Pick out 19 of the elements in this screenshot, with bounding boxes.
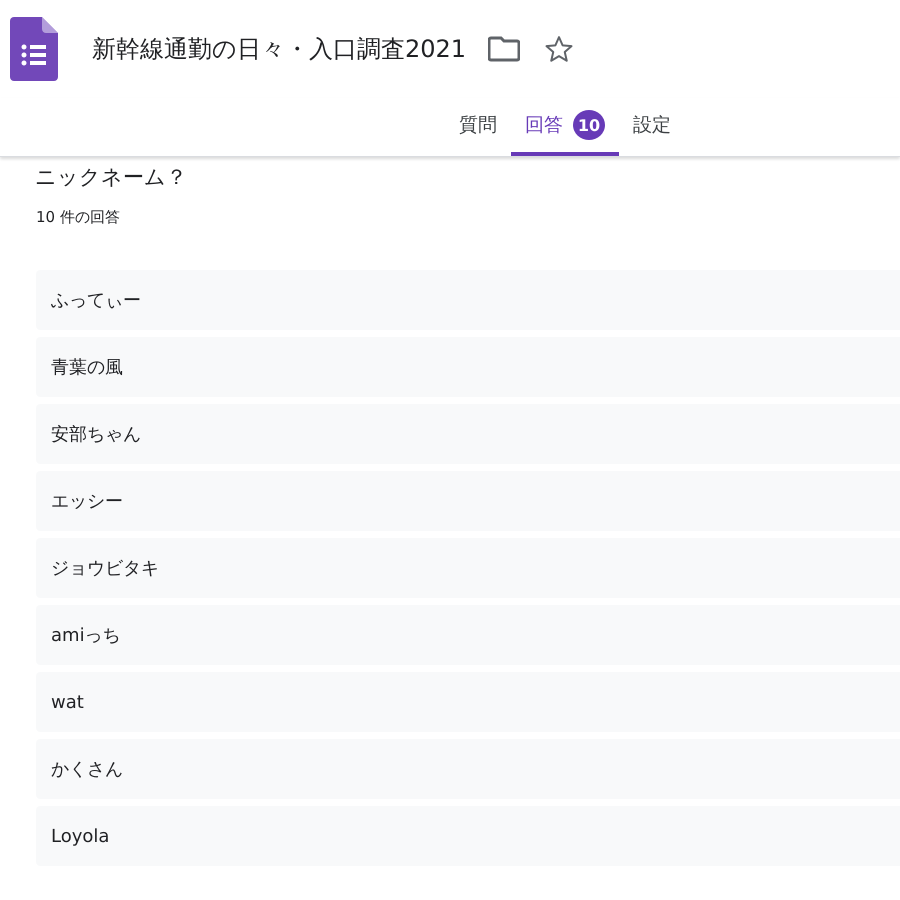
form-title[interactable]: 新幹線通勤の日々・入口調査2021 [92,33,466,65]
count-badge: 10 [573,110,605,140]
response-count: 10 件の回答 [36,208,121,227]
response-row: かくさん [36,739,900,799]
response-row: ふってぃー [36,270,900,330]
tab[interactable]: 回答 10 [511,98,619,156]
tab[interactable]: 設定 [619,98,685,156]
response-row: エッシー [36,471,900,531]
response-row: amiっち [36,605,900,665]
forms-logo-icon [10,17,58,81]
tab[interactable]: 質問 [445,98,511,156]
response-row: 青葉の風 [36,337,900,397]
response-row: wat [36,672,900,732]
response-row: Loyola [36,806,900,866]
response-row: 安部ちゃん [36,404,900,464]
star-icon[interactable] [544,34,574,64]
folder-icon[interactable] [488,36,520,62]
question-title: ニックネーム？ [35,164,188,191]
response-row: ジョウビタキ [36,538,900,598]
